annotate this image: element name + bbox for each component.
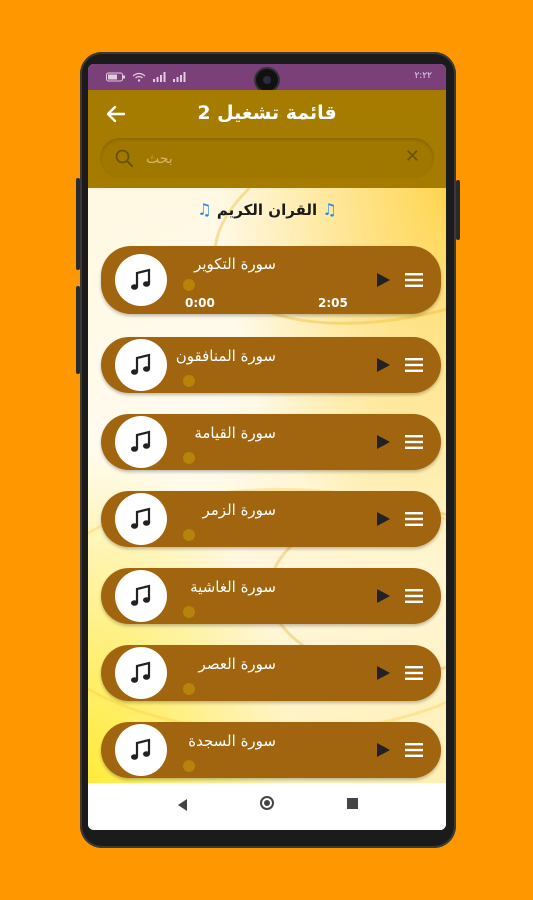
play-icon[interactable] xyxy=(375,511,391,527)
phone-side-button xyxy=(76,286,80,374)
track-thumbnail xyxy=(115,416,167,468)
track-title: سورة القيامة xyxy=(194,424,276,442)
track-title: سورة السجدة xyxy=(188,732,276,750)
phone-side-button xyxy=(76,178,80,270)
wifi-icon xyxy=(132,72,146,82)
track-title: سورة المنافقون xyxy=(175,347,276,365)
music-note-icon: ♫ xyxy=(322,200,337,219)
seek-handle[interactable] xyxy=(183,760,195,772)
drag-handle-icon[interactable] xyxy=(405,512,423,526)
music-note-icon xyxy=(131,738,151,760)
track-thumbnail xyxy=(115,493,167,545)
signal-icon xyxy=(173,72,186,82)
nav-back-icon[interactable] xyxy=(178,799,187,811)
nav-home-icon[interactable] xyxy=(260,796,274,810)
seek-handle[interactable] xyxy=(183,529,195,541)
seek-handle[interactable] xyxy=(183,279,195,291)
seek-handle[interactable] xyxy=(183,375,195,387)
drag-handle-icon[interactable] xyxy=(405,358,423,372)
music-note-icon xyxy=(131,507,151,529)
play-icon[interactable] xyxy=(375,588,391,604)
track-item[interactable]: سورة التكوير 0:00 2:05 xyxy=(101,246,441,314)
music-note-icon xyxy=(131,661,151,683)
drag-handle-icon[interactable] xyxy=(405,743,423,757)
drag-handle-icon[interactable] xyxy=(405,589,423,603)
play-icon[interactable] xyxy=(375,357,391,373)
search-input[interactable] xyxy=(144,147,388,171)
seek-handle[interactable] xyxy=(183,683,195,695)
track-item[interactable]: سورة العصر xyxy=(101,645,441,701)
track-thumbnail xyxy=(115,339,167,391)
front-camera xyxy=(256,69,278,91)
music-note-icon xyxy=(131,430,151,452)
nav-recents-icon[interactable] xyxy=(347,798,358,809)
play-icon[interactable] xyxy=(375,434,391,450)
section-heading: ♫ القران الكريم ♫ xyxy=(88,200,446,219)
track-title: سورة الزمر xyxy=(202,501,276,519)
play-icon[interactable] xyxy=(375,742,391,758)
app-header: قائمة تشغيل 2 ✕ xyxy=(88,90,446,188)
track-thumbnail xyxy=(115,724,167,776)
search-icon xyxy=(115,149,133,167)
back-arrow-icon[interactable] xyxy=(102,100,130,128)
seek-handle[interactable] xyxy=(183,606,195,618)
music-note-icon xyxy=(131,584,151,606)
track-item[interactable]: سورة السجدة xyxy=(101,722,441,778)
current-time: 0:00 xyxy=(185,296,215,310)
signal-icon xyxy=(153,72,166,82)
track-item[interactable]: سورة الزمر xyxy=(101,491,441,547)
track-item[interactable]: سورة الغاشية xyxy=(101,568,441,624)
page-title: قائمة تشغيل 2 xyxy=(197,102,337,124)
track-title: سورة العصر xyxy=(198,655,276,673)
playlist-content: ♫ القران الكريم ♫ سورة التكوير 0:00 2:05 xyxy=(88,188,446,783)
track-title: سورة التكوير xyxy=(194,255,276,273)
track-title: سورة الغاشية xyxy=(190,578,276,596)
play-icon[interactable] xyxy=(375,665,391,681)
track-item[interactable]: سورة القيامة xyxy=(101,414,441,470)
drag-handle-icon[interactable] xyxy=(405,435,423,449)
system-nav-bar xyxy=(88,783,446,830)
seek-handle[interactable] xyxy=(183,452,195,464)
section-title: القران الكريم xyxy=(216,201,318,219)
music-note-icon xyxy=(131,353,151,375)
status-icons xyxy=(106,72,186,82)
track-thumbnail xyxy=(115,570,167,622)
status-bar: ٢:٢٢ xyxy=(88,64,446,91)
search-bar[interactable]: ✕ xyxy=(100,138,434,178)
music-note-icon: ♫ xyxy=(197,200,212,219)
phone-side-button xyxy=(456,180,460,240)
drag-handle-icon[interactable] xyxy=(405,273,423,287)
app-screen: ٢:٢٢ قائمة تشغيل 2 ✕ ♫ القران الكريم ♫ xyxy=(88,64,446,830)
music-note-icon xyxy=(131,268,151,290)
track-thumbnail xyxy=(115,647,167,699)
drag-handle-icon[interactable] xyxy=(405,666,423,680)
play-icon[interactable] xyxy=(375,272,391,288)
duration: 2:05 xyxy=(318,296,348,310)
battery-icon xyxy=(106,72,125,82)
close-icon[interactable]: ✕ xyxy=(405,146,420,167)
status-time: ٢:٢٢ xyxy=(414,71,432,81)
track-item[interactable]: سورة المنافقون xyxy=(101,337,441,393)
track-thumbnail xyxy=(115,254,167,306)
